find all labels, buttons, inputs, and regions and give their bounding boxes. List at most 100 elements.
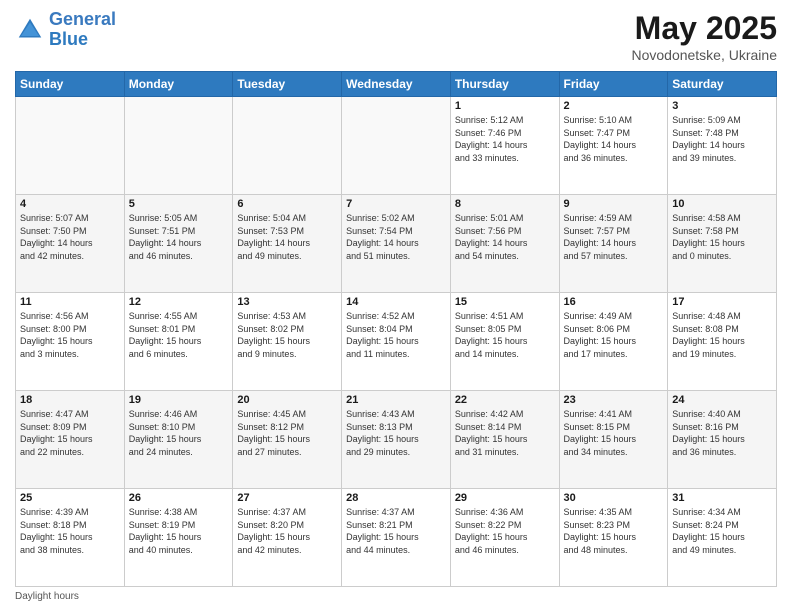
day-number: 24: [672, 394, 772, 406]
day-cell: 29 Sunrise: 4:36 AM Sunset: 8:22 PM Dayli…: [450, 489, 559, 587]
logo-general: General: [49, 9, 116, 29]
day-info: Sunrise: 4:52 AM Sunset: 8:04 PM Dayligh…: [346, 310, 446, 360]
footer-note: Daylight hours: [15, 591, 777, 602]
day-info: Sunrise: 4:55 AM Sunset: 8:01 PM Dayligh…: [129, 310, 229, 360]
day-number: 5: [129, 198, 229, 210]
day-info: Sunrise: 4:38 AM Sunset: 8:19 PM Dayligh…: [129, 506, 229, 556]
day-number: 30: [564, 492, 664, 504]
day-info: Sunrise: 4:53 AM Sunset: 8:02 PM Dayligh…: [237, 310, 337, 360]
calendar-table: SundayMondayTuesdayWednesdayThursdayFrid…: [15, 71, 777, 587]
day-info: Sunrise: 4:49 AM Sunset: 8:06 PM Dayligh…: [564, 310, 664, 360]
day-info: Sunrise: 5:01 AM Sunset: 7:56 PM Dayligh…: [455, 212, 555, 262]
day-cell: [233, 97, 342, 195]
header-row: SundayMondayTuesdayWednesdayThursdayFrid…: [16, 72, 777, 97]
day-number: 23: [564, 394, 664, 406]
day-info: Sunrise: 4:51 AM Sunset: 8:05 PM Dayligh…: [455, 310, 555, 360]
col-header-friday: Friday: [559, 72, 668, 97]
day-info: Sunrise: 4:58 AM Sunset: 7:58 PM Dayligh…: [672, 212, 772, 262]
day-number: 11: [20, 296, 120, 308]
col-header-tuesday: Tuesday: [233, 72, 342, 97]
day-number: 17: [672, 296, 772, 308]
day-number: 10: [672, 198, 772, 210]
day-info: Sunrise: 4:47 AM Sunset: 8:09 PM Dayligh…: [20, 408, 120, 458]
day-cell: 4 Sunrise: 5:07 AM Sunset: 7:50 PM Daylig…: [16, 195, 125, 293]
day-number: 29: [455, 492, 555, 504]
col-header-saturday: Saturday: [668, 72, 777, 97]
day-number: 28: [346, 492, 446, 504]
day-number: 12: [129, 296, 229, 308]
day-number: 8: [455, 198, 555, 210]
day-number: 20: [237, 394, 337, 406]
day-info: Sunrise: 5:12 AM Sunset: 7:46 PM Dayligh…: [455, 114, 555, 164]
calendar-header: SundayMondayTuesdayWednesdayThursdayFrid…: [16, 72, 777, 97]
day-number: 6: [237, 198, 337, 210]
day-cell: 9 Sunrise: 4:59 AM Sunset: 7:57 PM Daylig…: [559, 195, 668, 293]
day-info: Sunrise: 4:45 AM Sunset: 8:12 PM Dayligh…: [237, 408, 337, 458]
logo-blue: Blue: [49, 30, 116, 50]
day-cell: 28 Sunrise: 4:37 AM Sunset: 8:21 PM Dayli…: [342, 489, 451, 587]
col-header-wednesday: Wednesday: [342, 72, 451, 97]
col-header-monday: Monday: [124, 72, 233, 97]
day-cell: 15 Sunrise: 4:51 AM Sunset: 8:05 PM Dayli…: [450, 293, 559, 391]
day-cell: 2 Sunrise: 5:10 AM Sunset: 7:47 PM Daylig…: [559, 97, 668, 195]
day-cell: 21Sunrise: 4:43 AM Sunset: 8:13 PM Dayli…: [342, 391, 451, 489]
logo-text: General Blue: [49, 10, 116, 50]
title-block: May 2025 Novodonetske, Ukraine: [631, 10, 777, 63]
col-header-sunday: Sunday: [16, 72, 125, 97]
day-number: 18: [20, 394, 120, 406]
day-cell: 1Sunrise: 5:12 AM Sunset: 7:46 PM Daylig…: [450, 97, 559, 195]
day-number: 9: [564, 198, 664, 210]
day-cell: 14 Sunrise: 4:52 AM Sunset: 8:04 PM Dayli…: [342, 293, 451, 391]
week-row-2: 11 Sunrise: 4:56 AM Sunset: 8:00 PM Dayli…: [16, 293, 777, 391]
day-cell: 8 Sunrise: 5:01 AM Sunset: 7:56 PM Daylig…: [450, 195, 559, 293]
day-number: 14: [346, 296, 446, 308]
day-cell: 17 Sunrise: 4:48 AM Sunset: 8:08 PM Dayli…: [668, 293, 777, 391]
day-info: Sunrise: 5:09 AM Sunset: 7:48 PM Dayligh…: [672, 114, 772, 164]
day-cell: 12 Sunrise: 4:55 AM Sunset: 8:01 PM Dayli…: [124, 293, 233, 391]
day-info: Sunrise: 4:40 AM Sunset: 8:16 PM Dayligh…: [672, 408, 772, 458]
day-cell: 19Sunrise: 4:46 AM Sunset: 8:10 PM Dayli…: [124, 391, 233, 489]
day-cell: 6Sunrise: 5:04 AM Sunset: 7:53 PM Daylig…: [233, 195, 342, 293]
day-number: 16: [564, 296, 664, 308]
week-row-4: 25 Sunrise: 4:39 AM Sunset: 8:18 PM Dayli…: [16, 489, 777, 587]
day-number: 3: [672, 100, 772, 112]
col-header-thursday: Thursday: [450, 72, 559, 97]
day-info: Sunrise: 4:34 AM Sunset: 8:24 PM Dayligh…: [672, 506, 772, 556]
logo-icon: [15, 15, 45, 45]
day-info: Sunrise: 4:39 AM Sunset: 8:18 PM Dayligh…: [20, 506, 120, 556]
logo: General Blue: [15, 10, 116, 50]
day-info: Sunrise: 5:02 AM Sunset: 7:54 PM Dayligh…: [346, 212, 446, 262]
day-number: 25: [20, 492, 120, 504]
day-number: 22: [455, 394, 555, 406]
week-row-1: 4 Sunrise: 5:07 AM Sunset: 7:50 PM Daylig…: [16, 195, 777, 293]
day-number: 27: [237, 492, 337, 504]
day-cell: 27 Sunrise: 4:37 AM Sunset: 8:20 PM Dayli…: [233, 489, 342, 587]
day-info: Sunrise: 4:43 AM Sunset: 8:13 PM Dayligh…: [346, 408, 446, 458]
day-number: 13: [237, 296, 337, 308]
day-info: Sunrise: 5:05 AM Sunset: 7:51 PM Dayligh…: [129, 212, 229, 262]
day-info: Sunrise: 5:10 AM Sunset: 7:47 PM Dayligh…: [564, 114, 664, 164]
week-row-3: 18 Sunrise: 4:47 AM Sunset: 8:09 PM Dayli…: [16, 391, 777, 489]
page: General Blue May 2025 Novodonetske, Ukra…: [0, 0, 792, 612]
day-info: Sunrise: 4:48 AM Sunset: 8:08 PM Dayligh…: [672, 310, 772, 360]
day-info: Sunrise: 4:36 AM Sunset: 8:22 PM Dayligh…: [455, 506, 555, 556]
calendar-body: 1Sunrise: 5:12 AM Sunset: 7:46 PM Daylig…: [16, 97, 777, 587]
day-number: 15: [455, 296, 555, 308]
day-cell: 11 Sunrise: 4:56 AM Sunset: 8:00 PM Dayli…: [16, 293, 125, 391]
day-cell: 25 Sunrise: 4:39 AM Sunset: 8:18 PM Dayli…: [16, 489, 125, 587]
day-info: Sunrise: 5:07 AM Sunset: 7:50 PM Dayligh…: [20, 212, 120, 262]
day-cell: [342, 97, 451, 195]
day-info: Sunrise: 4:37 AM Sunset: 8:20 PM Dayligh…: [237, 506, 337, 556]
day-cell: 20 Sunrise: 4:45 AM Sunset: 8:12 PM Dayli…: [233, 391, 342, 489]
day-info: Sunrise: 4:56 AM Sunset: 8:00 PM Dayligh…: [20, 310, 120, 360]
day-number: 2: [564, 100, 664, 112]
day-info: Sunrise: 4:46 AM Sunset: 8:10 PM Dayligh…: [129, 408, 229, 458]
day-cell: 18 Sunrise: 4:47 AM Sunset: 8:09 PM Dayli…: [16, 391, 125, 489]
day-info: Sunrise: 4:59 AM Sunset: 7:57 PM Dayligh…: [564, 212, 664, 262]
day-number: 4: [20, 198, 120, 210]
main-title: May 2025: [631, 10, 777, 47]
day-cell: 23Sunrise: 4:41 AM Sunset: 8:15 PM Dayli…: [559, 391, 668, 489]
day-cell: 26Sunrise: 4:38 AM Sunset: 8:19 PM Dayli…: [124, 489, 233, 587]
day-info: Sunrise: 4:37 AM Sunset: 8:21 PM Dayligh…: [346, 506, 446, 556]
day-cell: 24 Sunrise: 4:40 AM Sunset: 8:16 PM Dayli…: [668, 391, 777, 489]
